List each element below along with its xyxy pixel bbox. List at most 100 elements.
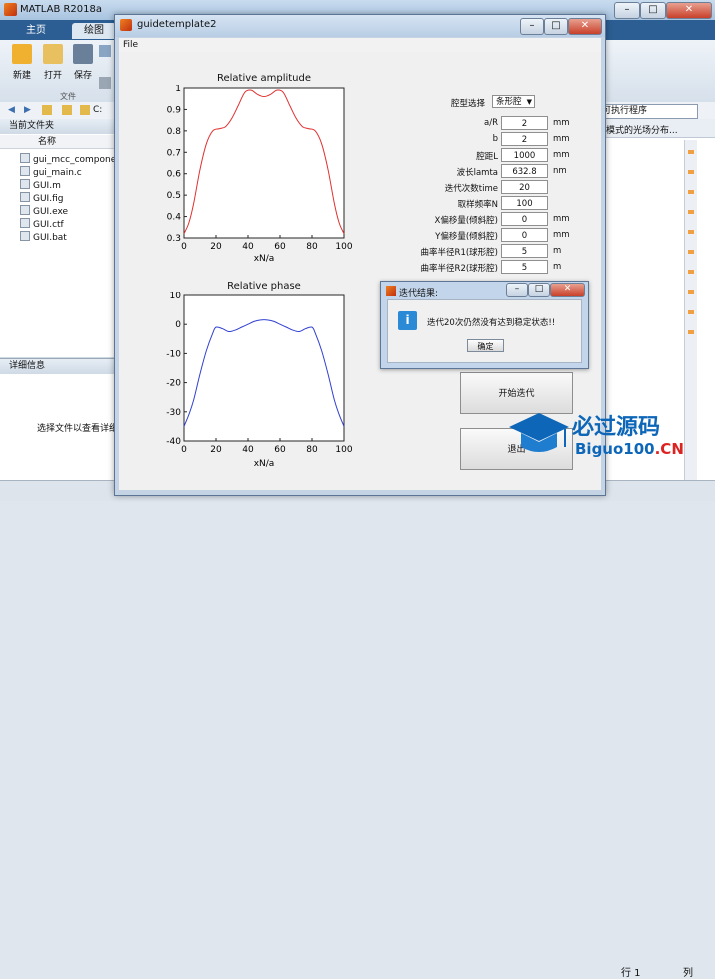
up-folder-icon[interactable] bbox=[42, 105, 52, 115]
field-unit: mm bbox=[553, 150, 570, 160]
x-tick-label: 60 bbox=[274, 242, 286, 252]
status-row: 行 1 bbox=[621, 968, 641, 979]
dialog-maximize-button[interactable]: □ bbox=[528, 283, 550, 297]
watermark-domain-main: Biguo100 bbox=[575, 440, 655, 458]
menu-file[interactable]: File bbox=[123, 40, 138, 50]
field-input[interactable]: 5 bbox=[501, 244, 548, 258]
y-tick-label: 0.3 bbox=[167, 234, 181, 244]
field-label: 取样频率N bbox=[457, 200, 498, 210]
matlab-title: MATLAB R2018a bbox=[20, 4, 103, 15]
dialog-minimize-button[interactable]: – bbox=[506, 283, 528, 297]
file-name: GUI.m bbox=[33, 181, 61, 191]
field-input[interactable]: 5 bbox=[501, 260, 548, 274]
file-name: gui_main.c bbox=[33, 168, 82, 178]
field-input[interactable]: 632.8 bbox=[501, 164, 548, 178]
save-button[interactable]: 保存 bbox=[70, 44, 96, 81]
compare-icon[interactable] bbox=[99, 45, 111, 57]
file-item[interactable]: gui_main.c bbox=[20, 166, 82, 178]
figure-minimize-button[interactable]: – bbox=[520, 18, 544, 35]
print-icon[interactable] bbox=[99, 77, 111, 89]
file-item[interactable]: GUI.exe bbox=[20, 205, 68, 217]
dialog-logo-icon bbox=[386, 286, 396, 296]
field-input[interactable]: 2 bbox=[501, 116, 548, 130]
x-tick-label: 0 bbox=[181, 445, 187, 455]
cavity-select-value: 条形腔 bbox=[496, 97, 522, 107]
field-label: 曲率半径R2(球形腔) bbox=[420, 264, 498, 274]
details-header: 详细信息 bbox=[0, 359, 117, 374]
field-unit: m bbox=[553, 246, 562, 256]
field-input[interactable]: 0 bbox=[501, 228, 548, 242]
field-label: 波长lamta bbox=[456, 168, 498, 178]
file-item[interactable]: GUI.ctf bbox=[20, 218, 64, 230]
dialog-ok-button[interactable]: 确定 bbox=[467, 339, 504, 352]
graduation-cap-icon bbox=[509, 413, 569, 452]
amplitude-plot: 0 20 40 60 80 100 0.3 0.4 0.5 0.6 0.7 0.8 0.9 1 xN/a bbox=[167, 85, 353, 264]
field-input[interactable]: 0 bbox=[501, 212, 548, 226]
minimize-button[interactable]: – bbox=[614, 2, 640, 19]
figure-logo-icon bbox=[120, 19, 132, 31]
y-tick-label: 0.8 bbox=[167, 127, 182, 137]
x-tick-label: 80 bbox=[306, 445, 318, 455]
field-unit: nm bbox=[553, 166, 567, 176]
name-column-header[interactable]: 名称 bbox=[0, 135, 117, 149]
file-icon bbox=[20, 192, 30, 202]
tab-home[interactable]: 主页 bbox=[14, 23, 58, 39]
field-input[interactable]: 1000 bbox=[501, 148, 548, 162]
x-tick-label: 60 bbox=[274, 445, 286, 455]
x-tick-label: 20 bbox=[210, 242, 222, 252]
field-label: b bbox=[492, 134, 498, 144]
amplitude-plot-title: Relative amplitude bbox=[216, 73, 312, 84]
x-tick-label: 20 bbox=[210, 445, 222, 455]
cavity-label: 腔型选择 bbox=[450, 99, 485, 109]
field-unit: mm bbox=[553, 118, 570, 128]
watermark-domain-tld: .CN bbox=[654, 440, 684, 458]
file-item[interactable]: gui_mcc_componen bbox=[20, 153, 122, 165]
right-path-field[interactable]: 可执行程序 bbox=[598, 104, 698, 119]
y-tick-label: 10 bbox=[170, 292, 182, 301]
close-button[interactable]: ✕ bbox=[666, 2, 712, 19]
field-label: 腔距L bbox=[476, 152, 498, 162]
ribbon-group-label: 文件 bbox=[60, 92, 76, 101]
info-icon: i bbox=[398, 311, 417, 330]
folder-icon bbox=[80, 105, 90, 115]
y-tick-label: -20 bbox=[166, 379, 181, 389]
y-tick-label: 0.9 bbox=[167, 105, 182, 115]
address-path[interactable]: C: bbox=[93, 105, 102, 115]
figure-close-button[interactable]: ✕ bbox=[568, 18, 602, 35]
new-label: 新建 bbox=[12, 71, 31, 81]
file-icon bbox=[20, 231, 30, 241]
field-input[interactable]: 2 bbox=[501, 132, 548, 146]
maximize-button[interactable]: □ bbox=[640, 2, 666, 19]
file-item[interactable]: GUI.fig bbox=[20, 192, 63, 204]
x-tick-label: 100 bbox=[335, 242, 352, 252]
field-input[interactable]: 100 bbox=[501, 196, 548, 210]
browse-folder-icon[interactable] bbox=[62, 105, 72, 115]
file-item[interactable]: GUI.bat bbox=[20, 231, 67, 243]
x-tick-label: 40 bbox=[242, 242, 254, 252]
open-folder-icon bbox=[43, 44, 63, 64]
new-button[interactable]: 新建 bbox=[9, 44, 35, 81]
tab-plots[interactable]: 绘图 bbox=[72, 23, 116, 39]
current-folder-panel: 当前文件夹 名称 gui_mcc_componen gui_main.c GUI… bbox=[0, 119, 122, 357]
dialog-close-button[interactable]: ✕ bbox=[550, 283, 585, 297]
save-icon bbox=[73, 44, 93, 64]
dialog-body: i 迭代20次仍然没有达到稳定状态!! 确定 bbox=[387, 299, 582, 363]
forward-icon[interactable]: ▶ bbox=[24, 105, 31, 115]
field-input[interactable]: 20 bbox=[501, 180, 548, 194]
back-icon[interactable]: ◀ bbox=[8, 105, 15, 115]
figure-titlebar: guidetemplate2 – □ ✕ bbox=[115, 15, 605, 37]
open-button[interactable]: 打开 bbox=[40, 44, 66, 81]
y-tick-label: 0.7 bbox=[167, 148, 181, 158]
y-tick-label: -10 bbox=[166, 349, 181, 359]
field-unit: m bbox=[553, 262, 562, 272]
file-item[interactable]: GUI.m bbox=[20, 179, 61, 191]
watermark-domain: Biguo100.CN bbox=[575, 440, 684, 458]
details-text: 选择文件以查看详细 bbox=[37, 424, 119, 434]
cavity-select[interactable]: 条形腔 ▼ bbox=[492, 95, 535, 108]
matlab-logo-icon bbox=[4, 3, 17, 16]
figure-maximize-button[interactable]: □ bbox=[544, 18, 568, 35]
field-unit: mm bbox=[553, 230, 570, 240]
field-label: 迭代次数time bbox=[444, 184, 498, 194]
details-panel: 详细信息 选择文件以查看详细 bbox=[0, 358, 118, 484]
file-name: GUI.fig bbox=[33, 194, 64, 204]
